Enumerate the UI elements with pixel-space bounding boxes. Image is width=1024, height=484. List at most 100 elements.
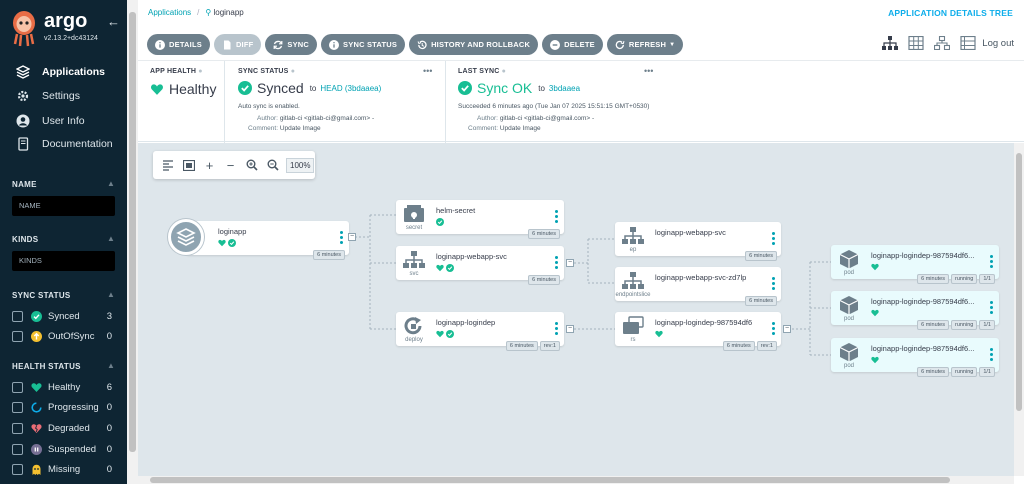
node-menu-icon[interactable] xyxy=(555,322,558,335)
revision-link[interactable]: 3bdaaea xyxy=(549,84,580,93)
resource-node-secret[interactable]: secret helm-secret 6 minutes xyxy=(396,200,564,239)
collapse-toggle[interactable]: − xyxy=(783,325,791,333)
status-tag: 6 minutes xyxy=(722,341,755,351)
nav-label: Documentation xyxy=(42,138,113,150)
expand-icon[interactable]: + xyxy=(202,158,217,173)
resource-node-rs[interactable]: rs loginapp-logindep-987594df6 6 minutes re… xyxy=(615,312,781,351)
node-menu-icon[interactable] xyxy=(990,255,993,268)
nav-documentation[interactable]: Documentation xyxy=(16,137,113,151)
scrollbar-thumb[interactable] xyxy=(129,12,136,452)
resource-node-pod[interactable]: pod loginapp-logindep-987594df6... 6 minut… xyxy=(831,338,999,377)
graph-vertical-scrollbar[interactable] xyxy=(1014,143,1024,476)
refresh-button[interactable]: REFRESH ▼ xyxy=(606,34,684,55)
more-icon[interactable]: ••• xyxy=(644,66,653,76)
nav-applications[interactable]: Applications xyxy=(16,65,105,79)
details-button[interactable]: DETAILS xyxy=(147,34,210,55)
node-menu-icon[interactable] xyxy=(555,256,558,269)
more-icon[interactable]: ••• xyxy=(423,66,432,76)
last-sync-panel[interactable]: LAST SYNC ● ••• Sync OK to 3bdaaea Succe… xyxy=(445,61,665,143)
scrollbar-thumb[interactable] xyxy=(150,477,950,483)
resource-node-endpointslice[interactable]: endpointslice loginapp-webapp-svc-zd7lp 6 … xyxy=(615,267,781,306)
filter-outofsync[interactable]: OutOfSync 0 xyxy=(12,331,112,342)
resource-node-pod[interactable]: pod loginapp-logindep-987594df6... 6 minut… xyxy=(831,291,999,330)
filter-count: 0 xyxy=(106,331,112,342)
node-menu-icon[interactable] xyxy=(772,322,775,335)
resource-node-pod[interactable]: pod loginapp-logindep-987594df6... 6 minut… xyxy=(831,245,999,284)
sync-status-panel[interactable]: SYNC STATUS ● ••• Synced to HEAD (3bdaae… xyxy=(224,61,445,143)
align-left-icon[interactable] xyxy=(160,158,175,173)
filter-suspended[interactable]: Suspended 0 xyxy=(12,444,112,455)
filter-progressing[interactable]: Progressing 0 xyxy=(12,402,112,413)
sync-status-title: SYNC STATUS xyxy=(12,291,71,300)
filter-missing[interactable]: Missing 0 xyxy=(12,464,112,475)
graph-toolbar: + − 100% xyxy=(153,151,315,179)
node-menu-icon[interactable] xyxy=(340,231,343,244)
scrollbar-thumb[interactable] xyxy=(1016,153,1022,411)
history-icon xyxy=(417,40,427,50)
filter-synced[interactable]: Synced 3 xyxy=(12,311,112,322)
pods-grid-icon[interactable] xyxy=(908,35,924,51)
checkbox[interactable] xyxy=(12,402,23,413)
checkbox[interactable] xyxy=(12,423,23,434)
collapse-toggle[interactable]: − xyxy=(348,233,356,241)
checkbox[interactable] xyxy=(12,464,23,475)
collapse-icon[interactable]: − xyxy=(223,158,238,173)
check-circle-icon xyxy=(238,81,252,95)
nav-user-info[interactable]: User Info xyxy=(16,114,85,128)
history-rollback-button[interactable]: HISTORY AND ROLLBACK xyxy=(409,34,539,55)
argo-logo-icon[interactable] xyxy=(8,8,40,48)
list-view-icon[interactable] xyxy=(960,35,976,51)
filter-label: OutOfSync xyxy=(48,331,95,342)
collapse-sidebar-icon[interactable]: ← xyxy=(107,14,120,29)
node-menu-icon[interactable] xyxy=(990,348,993,361)
caret-up-icon[interactable]: ▲ xyxy=(107,234,115,243)
app-stack-icon[interactable] xyxy=(168,219,204,255)
resource-tree-graph[interactable]: + − 100% loginapp 6 minutes − secret helm… xyxy=(138,143,1014,476)
sidebar-scrollbar[interactable] xyxy=(127,0,138,484)
page-title: APPLICATION DETAILS TREE xyxy=(888,8,1013,18)
checkbox[interactable] xyxy=(12,382,23,393)
nav-settings[interactable]: Settings xyxy=(16,89,80,103)
caret-up-icon[interactable]: ▲ xyxy=(107,290,115,299)
checkbox[interactable] xyxy=(12,444,23,455)
check-circle-icon xyxy=(228,239,236,247)
caret-down-icon: ▼ xyxy=(669,41,676,48)
resource-node-deploy[interactable]: deploy loginapp-logindep 6 minutes rev:1 xyxy=(396,312,564,351)
collapse-toggle[interactable]: − xyxy=(566,259,574,267)
app-node-loginapp[interactable]: loginapp 6 minutes xyxy=(186,221,349,260)
fit-to-screen-icon[interactable] xyxy=(181,158,196,173)
heart-icon xyxy=(871,309,879,317)
filter-healthy[interactable]: Healthy 6 xyxy=(12,382,112,393)
network-view-icon[interactable] xyxy=(934,35,951,51)
logout-link[interactable]: Log out xyxy=(982,38,1014,49)
caret-up-icon[interactable]: ▲ xyxy=(107,361,115,370)
checkbox[interactable] xyxy=(12,311,23,322)
zoom-out-icon[interactable] xyxy=(265,158,280,173)
details-label: DETAILS xyxy=(169,40,202,49)
collapse-toggle[interactable]: − xyxy=(566,325,574,333)
caret-up-icon[interactable]: ▲ xyxy=(107,179,115,188)
checkbox[interactable] xyxy=(12,331,23,342)
node-menu-icon[interactable] xyxy=(772,277,775,290)
graph-horizontal-scrollbar[interactable] xyxy=(138,476,1014,484)
book-icon xyxy=(16,137,30,151)
diff-button[interactable]: DIFF xyxy=(213,34,262,55)
sync-status-button[interactable]: SYNC STATUS xyxy=(321,34,406,55)
sync-button[interactable]: SYNC xyxy=(265,34,318,55)
breadcrumb-applications-link[interactable]: Applications xyxy=(148,8,191,17)
delete-button[interactable]: DELETE xyxy=(542,34,603,55)
filter-degraded[interactable]: Degraded 0 xyxy=(12,423,112,434)
node-menu-icon[interactable] xyxy=(555,210,558,223)
kinds-filter-input[interactable]: KINDS xyxy=(12,251,115,271)
node-menu-icon[interactable] xyxy=(990,301,993,314)
name-filter-input[interactable]: NAME xyxy=(12,196,115,216)
diff-label: DIFF xyxy=(235,40,254,49)
resource-node-svc[interactable]: svc loginapp-webapp-svc 6 minutes xyxy=(396,246,564,285)
zoom-level[interactable]: 100% xyxy=(286,157,315,173)
app-health-panel[interactable]: APP HEALTH ● Healthy xyxy=(138,61,224,143)
revision-link[interactable]: HEAD (3bdaaea) xyxy=(320,84,381,93)
node-menu-icon[interactable] xyxy=(772,232,775,245)
zoom-in-icon[interactable] xyxy=(244,158,259,173)
tree-view-icon[interactable] xyxy=(882,36,899,50)
resource-node-ep[interactable]: ep loginapp-webapp-svc 6 minutes xyxy=(615,222,781,261)
